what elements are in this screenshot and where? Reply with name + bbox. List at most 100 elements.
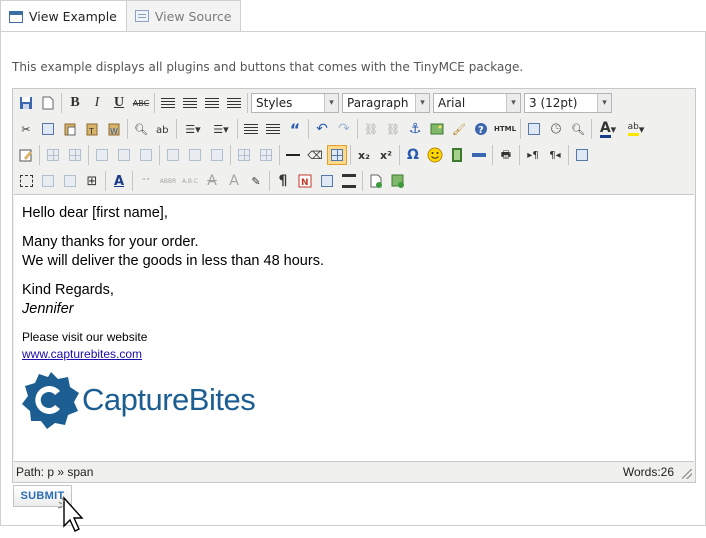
table-cell-props-icon[interactable] [65, 145, 85, 165]
acronym-icon[interactable]: A.B.C [180, 171, 200, 191]
new-document-icon[interactable] [38, 93, 58, 113]
superscript-button[interactable]: x² [376, 145, 396, 165]
edit-css-icon[interactable] [16, 145, 36, 165]
tab-view-example-label: View Example [29, 9, 117, 24]
insert-row-before-icon[interactable] [92, 145, 112, 165]
insert-layer-icon[interactable] [16, 171, 36, 191]
font-family-select[interactable]: Arial [433, 93, 521, 113]
image-icon[interactable] [427, 119, 447, 139]
insert-row-after-icon[interactable] [114, 145, 134, 165]
special-char-button[interactable]: Ω [403, 145, 423, 165]
svg-text:ab: ab [156, 125, 168, 136]
paste-text-icon[interactable]: T [82, 119, 102, 139]
pagebreak-icon[interactable] [339, 171, 359, 191]
align-center-icon[interactable] [180, 93, 200, 113]
toolbar-separator [154, 93, 155, 113]
emoticon-icon[interactable] [425, 145, 445, 165]
resize-handle-icon[interactable] [682, 469, 692, 479]
cut-icon[interactable]: ✂ [16, 119, 36, 139]
align-left-icon[interactable] [158, 93, 178, 113]
print-icon[interactable]: 🖶︎ [496, 145, 516, 165]
visual-aid-icon[interactable] [327, 145, 347, 165]
editor-content[interactable]: Hello dear [first name], Many thanks for… [14, 194, 694, 462]
delete-col-icon[interactable] [207, 145, 227, 165]
toolbar-separator [230, 145, 231, 165]
split-cells-icon[interactable] [234, 145, 254, 165]
visual-chars-button[interactable]: ¶ [273, 171, 293, 191]
styles-select[interactable]: Styles [251, 93, 339, 113]
subscript-button[interactable]: x₂ [354, 145, 374, 165]
advanced-hr-icon[interactable] [469, 145, 489, 165]
toolbar-separator [237, 119, 238, 139]
paste-icon[interactable] [60, 119, 80, 139]
move-backward-icon[interactable] [60, 171, 80, 191]
insert-time-icon[interactable]: 🕒︎ [546, 119, 566, 139]
visit-line: Please visit our website [22, 330, 148, 344]
align-justify-icon[interactable] [224, 93, 244, 113]
table-row-props-icon[interactable] [43, 145, 63, 165]
italic-button[interactable]: I [87, 93, 107, 113]
logo-badge-icon [22, 372, 79, 429]
redo-icon[interactable]: ↷ [334, 119, 354, 139]
template-icon[interactable] [317, 171, 337, 191]
ltr-icon[interactable]: ▸¶ [523, 145, 543, 165]
media-icon[interactable] [447, 145, 467, 165]
indent-icon[interactable] [263, 119, 283, 139]
delete-text-icon[interactable]: A [202, 171, 222, 191]
font-size-select[interactable]: 3 (12pt) [524, 93, 612, 113]
bold-button[interactable]: B [65, 93, 85, 113]
insert-col-before-icon[interactable] [163, 145, 183, 165]
undo-icon[interactable]: ↶ [312, 119, 332, 139]
attributes-icon[interactable]: ✎ [246, 171, 266, 191]
insert-date-icon[interactable] [524, 119, 544, 139]
insert-col-after-icon[interactable] [185, 145, 205, 165]
copy-icon[interactable] [38, 119, 58, 139]
cite-icon[interactable]: “” [136, 171, 156, 191]
toolbar-separator [568, 145, 569, 165]
strikethrough-button[interactable]: ABC [131, 93, 151, 113]
toolbar-separator [88, 145, 89, 165]
website-link[interactable]: www.capturebites.com [22, 347, 142, 361]
cleanup-icon[interactable]: 🖌︎ [449, 119, 469, 139]
merge-cells-icon[interactable] [256, 145, 276, 165]
paste-word-icon[interactable]: W [104, 119, 124, 139]
find-icon[interactable]: 🔍︎ [131, 119, 151, 139]
toolbar-separator [247, 93, 248, 113]
delete-row-icon[interactable] [136, 145, 156, 165]
tab-view-source[interactable]: View Source [126, 0, 242, 31]
insert-image-icon[interactable] [388, 171, 408, 191]
underline-button[interactable]: U [109, 93, 129, 113]
format-select[interactable]: Paragraph [342, 93, 430, 113]
fullscreen-icon[interactable] [572, 145, 592, 165]
help-icon[interactable]: ? [471, 119, 491, 139]
styleprops-icon[interactable]: A [109, 171, 129, 191]
text-color-icon[interactable]: A ▾ [595, 119, 621, 139]
anchor-icon[interactable]: ⚓ [405, 119, 425, 139]
absolute-icon[interactable]: ⊞ [82, 171, 102, 191]
background-color-icon[interactable]: ab ▾ [623, 119, 649, 139]
align-right-icon[interactable] [202, 93, 222, 113]
remove-format-icon[interactable]: ⌫ [305, 145, 325, 165]
move-forward-icon[interactable] [38, 171, 58, 191]
nonbreaking-icon[interactable]: N [295, 171, 315, 191]
abbr-icon[interactable]: ABBR [158, 171, 178, 191]
tab-bar: View Example View Source [0, 0, 242, 32]
unlink-icon[interactable]: ⛓ [383, 119, 403, 139]
horizontal-rule-icon[interactable] [283, 145, 303, 165]
rtl-icon[interactable]: ¶◂ [545, 145, 565, 165]
numbered-list-icon[interactable]: ☰▾ [208, 119, 234, 139]
html-source-button[interactable]: HTML [493, 119, 517, 139]
bullet-list-icon[interactable]: ☰▾ [180, 119, 206, 139]
editor-statusbar: Path: p » span Words:26 [14, 462, 694, 481]
outdent-icon[interactable] [241, 119, 261, 139]
blockquote-icon[interactable]: “ [285, 119, 305, 139]
toolbar-separator [519, 145, 520, 165]
toolbar-separator [159, 145, 160, 165]
link-icon[interactable]: ⛓ [361, 119, 381, 139]
replace-icon[interactable]: ab [153, 119, 173, 139]
save-icon[interactable] [16, 93, 36, 113]
insert-text-icon[interactable]: A [224, 171, 244, 191]
tab-view-example[interactable]: View Example [0, 0, 127, 32]
preview-icon[interactable]: 🔍︎ [568, 119, 588, 139]
insert-file-icon[interactable] [366, 171, 386, 191]
